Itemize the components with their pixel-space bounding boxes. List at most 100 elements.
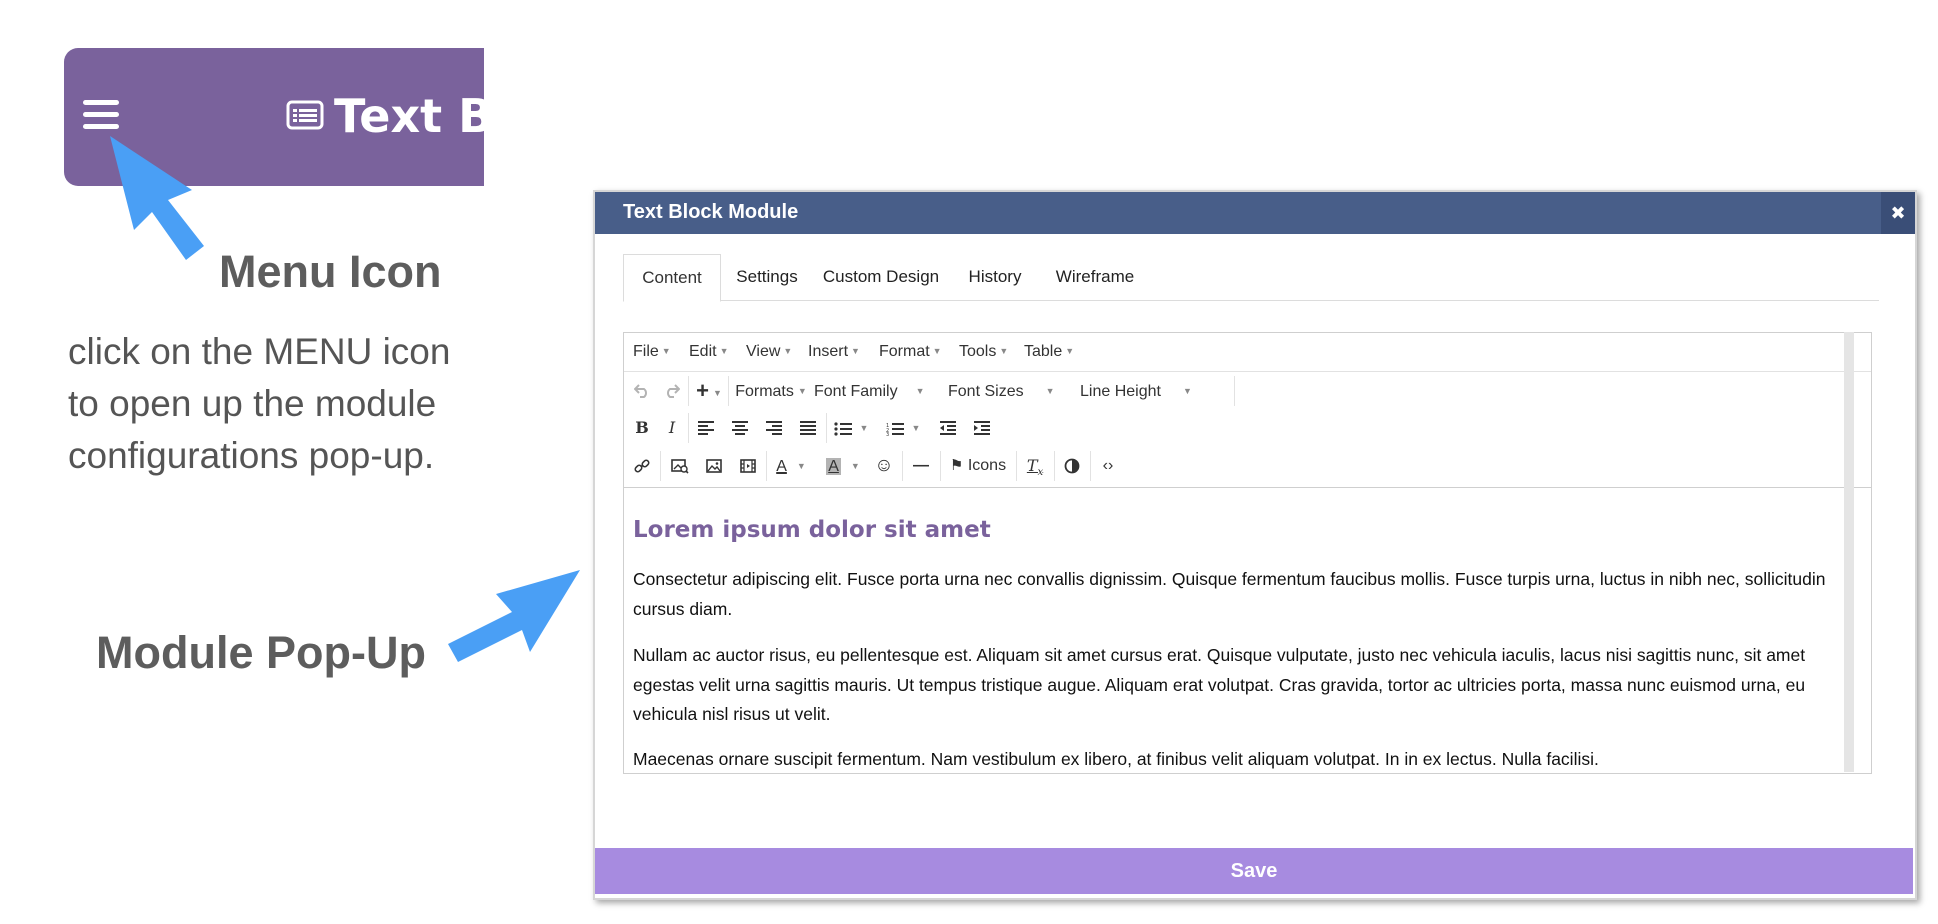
contrast-button[interactable] — [1058, 451, 1086, 481]
modal-tabs: Content Settings Custom Design History W… — [623, 254, 1879, 302]
modal-header: Text Block Module ✖ — [595, 192, 1915, 234]
indent-icon — [974, 420, 990, 435]
emoticons-button[interactable]: ☺ — [870, 451, 898, 481]
tab-history[interactable]: History — [957, 254, 1033, 299]
bullet-list-button[interactable]: ▼ — [830, 413, 872, 443]
outdent-button[interactable] — [934, 413, 962, 443]
formats-label: Formats — [735, 383, 794, 400]
chevron-down-icon: ▼ — [911, 423, 921, 433]
link-button[interactable] — [628, 451, 656, 481]
smiley-icon: ☺ — [874, 455, 894, 476]
chevron-down-icon: ▼ — [796, 461, 806, 471]
background-color-button[interactable]: A ▼ — [822, 451, 864, 481]
insert-media-button[interactable] — [734, 451, 762, 481]
toolbar-separator — [688, 376, 689, 406]
clear-formatting-icon: Tx — [1026, 456, 1044, 479]
text-block-icon — [286, 100, 324, 130]
tab-custom-design[interactable]: Custom Design — [813, 254, 949, 299]
align-right-button[interactable] — [760, 413, 788, 443]
chevron-down-icon: ▼ — [712, 388, 722, 398]
menu-tools[interactable]: Tools ▼ — [959, 333, 1008, 369]
plus-icon: + — [696, 378, 709, 403]
save-button[interactable]: Save — [595, 848, 1913, 894]
align-center-button[interactable] — [726, 413, 754, 443]
align-left-button[interactable] — [692, 413, 720, 443]
editor-toolbar-row-3: A ▼ A ▼ ☺ — ⚑ Icons Tx ‹› — [624, 447, 1871, 488]
rich-text-editor: File ▼ Edit ▼ View ▼ Insert ▼ Format ▼ Tools ▼… — [623, 332, 1872, 774]
chevron-down-icon: ▼ — [661, 346, 671, 356]
arrow-to-module-popup — [448, 570, 580, 662]
chevron-down-icon: ▼ — [851, 346, 860, 356]
menu-edit[interactable]: Edit ▼ — [689, 333, 729, 369]
undo-icon — [633, 384, 647, 398]
align-justify-button[interactable] — [794, 413, 822, 443]
redo-button[interactable] — [658, 376, 686, 406]
icons-button[interactable]: ⚑ Icons — [944, 451, 1012, 481]
formats-dropdown[interactable]: Formats ▼ — [732, 376, 810, 406]
font-family-dropdown[interactable]: Font Family ▼ — [814, 376, 936, 406]
code-icon: ‹› — [1102, 457, 1114, 474]
undo-button[interactable] — [628, 376, 656, 406]
toolbar-separator — [728, 376, 729, 406]
numbered-list-icon: 123 — [886, 422, 904, 438]
chevron-down-icon: ▼ — [1182, 386, 1192, 396]
editor-toolbar-row-1: + ▼ Formats ▼ Font Family ▼ Font Sizes ▼ Lin… — [624, 371, 1871, 410]
content-paragraph: Consectetur adipiscing elit. Fusce porta… — [633, 569, 1826, 619]
menu-view[interactable]: View ▼ — [746, 333, 792, 369]
tab-content[interactable]: Content — [623, 254, 721, 302]
text-color-icon: A — [776, 458, 787, 475]
menu-view-label: View — [746, 343, 781, 360]
toolbar-separator — [1016, 451, 1017, 481]
flag-icon: ⚑ — [949, 457, 964, 474]
svg-text:3: 3 — [886, 432, 889, 436]
bold-icon: B — [635, 418, 649, 437]
align-right-icon — [766, 420, 782, 435]
menu-format[interactable]: Format ▼ — [879, 333, 942, 369]
close-icon[interactable]: ✖ — [1881, 192, 1915, 234]
font-sizes-dropdown[interactable]: Font Sizes ▼ — [948, 376, 1055, 406]
menu-table[interactable]: Table ▼ — [1024, 333, 1074, 369]
editor-content-area[interactable]: Lorem ipsum dolor sit amet Consectetur a… — [624, 489, 1871, 773]
tab-settings[interactable]: Settings — [727, 254, 807, 299]
instructions-text: click on the MENU icon to open up the mo… — [68, 331, 451, 476]
toolbar-separator — [660, 451, 661, 481]
italic-icon: I — [668, 418, 676, 437]
bold-button[interactable]: B — [628, 413, 656, 443]
content-paragraph: Nullam ac auctor risus, eu pellentesque … — [633, 645, 1806, 724]
toolbar-separator — [766, 451, 767, 481]
outdent-icon — [940, 420, 956, 435]
editor-scrollbar[interactable] — [1844, 332, 1854, 772]
numbered-list-button[interactable]: 1 2 3 ▼ — [882, 413, 924, 443]
text-color-button[interactable]: A ▼ — [770, 451, 812, 481]
menu-insert[interactable]: Insert ▼ — [808, 333, 860, 369]
insert-plus-button[interactable]: + ▼ — [692, 376, 726, 406]
image-icon — [706, 458, 722, 473]
chevron-down-icon: ▼ — [1045, 386, 1055, 396]
font-sizes-label: Font Sizes — [948, 383, 1024, 400]
clear-formatting-button[interactable]: Tx — [1020, 451, 1050, 481]
chevron-down-icon: ▼ — [932, 346, 942, 356]
module-popup-label: Module Pop-Up — [96, 627, 426, 678]
topbar-module-title: Text Bl — [334, 89, 484, 143]
italic-button[interactable]: I — [658, 413, 686, 443]
menu-icon[interactable] — [83, 100, 119, 134]
menu-insert-label: Insert — [808, 343, 849, 360]
horizontal-rule-button[interactable]: — — [906, 451, 936, 481]
toolbar-separator — [826, 413, 827, 443]
source-code-button[interactable]: ‹› — [1094, 451, 1122, 481]
menu-edit-label: Edit — [689, 343, 717, 360]
tab-wireframe[interactable]: Wireframe — [1043, 254, 1147, 299]
image-search-button[interactable] — [666, 451, 694, 481]
line-height-dropdown[interactable]: Line Height ▼ — [1080, 376, 1200, 406]
menu-file[interactable]: File ▼ — [633, 333, 671, 369]
chevron-down-icon: ▼ — [783, 346, 793, 356]
toolbar-separator — [940, 451, 941, 481]
chevron-down-icon: ▼ — [859, 423, 869, 433]
editor-menubar: File ▼ Edit ▼ View ▼ Insert ▼ Format ▼ Tools ▼… — [624, 333, 1871, 369]
indent-button[interactable] — [968, 413, 996, 443]
film-icon — [740, 458, 756, 473]
insert-image-button[interactable] — [700, 451, 728, 481]
background-color-icon: A — [826, 458, 841, 475]
toolbar-separator — [1234, 376, 1235, 406]
content-heading: Lorem ipsum dolor sit amet — [633, 517, 991, 543]
